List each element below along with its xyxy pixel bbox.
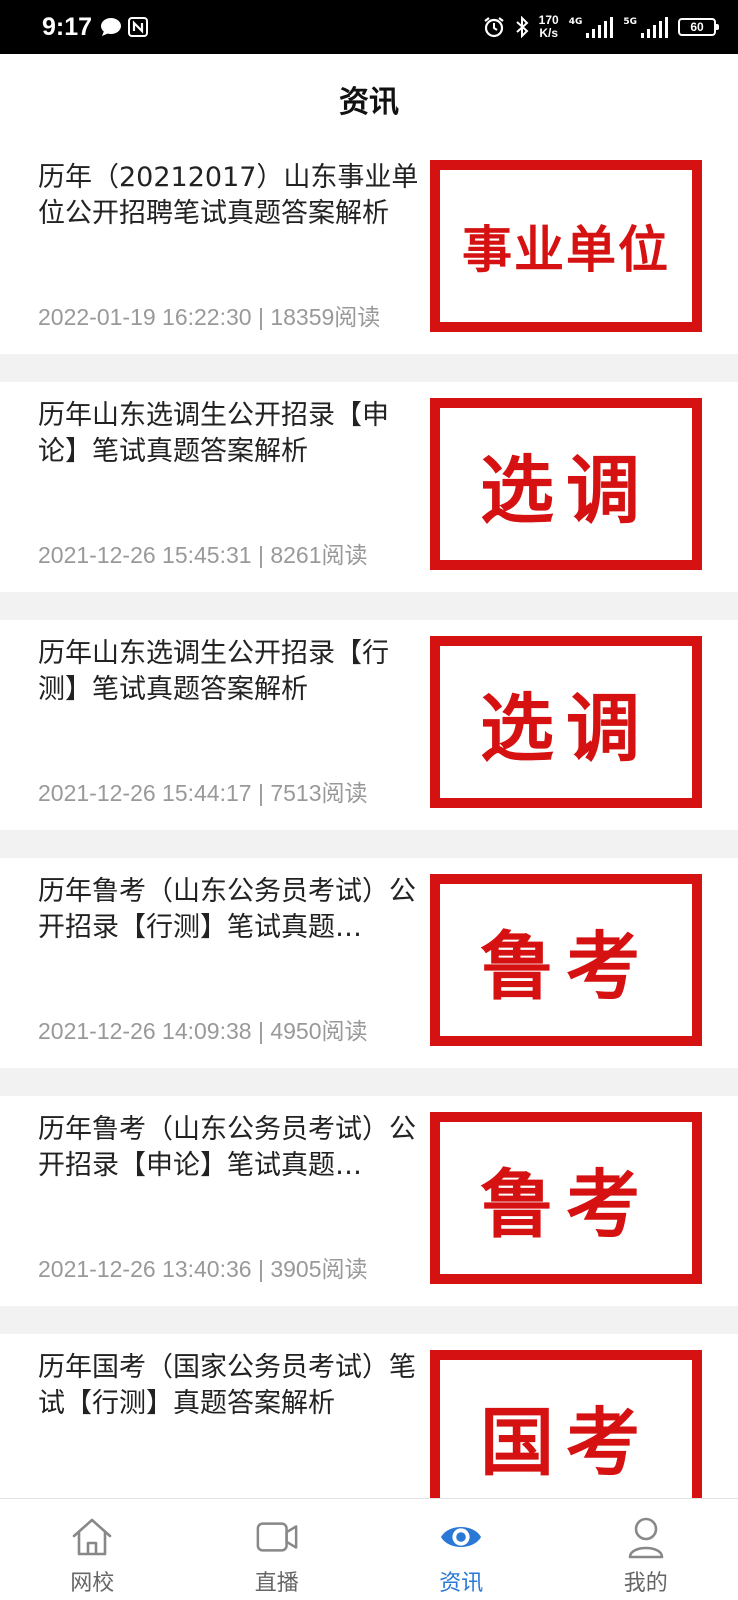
signal-4g-label: 4G [568, 16, 583, 27]
battery-icon: 60 [678, 18, 719, 36]
tab-label: 网校 [70, 1571, 115, 1596]
article-thumbnail: 事业单位 [430, 160, 702, 332]
article-title: 历年鲁考（山东公务员考试）公开招录【行测】笔试真题… [38, 876, 416, 943]
article-card[interactable]: 历年山东选调生公开招录【行测】笔试真题答案解析 2021-12-26 15:44… [0, 620, 738, 830]
tab-label: 我的 [623, 1571, 668, 1596]
status-time: 9:17 [42, 12, 93, 41]
article-title: 历年（20212017）山东事业单位公开招聘笔试真题答案解析 [38, 162, 419, 229]
eye-icon [439, 1515, 483, 1559]
article-thumbnail: 鲁考 [430, 874, 702, 1046]
article-title: 历年山东选调生公开招录【行测】笔试真题答案解析 [38, 638, 389, 705]
thumbnail-text: 鲁考 [480, 1161, 652, 1248]
alarm-icon [483, 17, 504, 38]
article-meta: 2022-01-19 16:22:30 | 18359阅读 [38, 304, 381, 330]
tab-label: 资讯 [439, 1571, 484, 1596]
tab-news[interactable]: 资讯 [369, 1499, 554, 1600]
net-speed: 170 K/s [539, 14, 559, 40]
tab-live[interactable]: 直播 [185, 1499, 370, 1600]
signal-5g-label: 5G [623, 16, 637, 27]
article-thumbnail: 选调 [430, 398, 702, 570]
article-title: 历年鲁考（山东公务员考试）公开招录【申论】笔试真题… [38, 1114, 416, 1181]
article-meta: 2021-12-26 15:45:31 | 8261阅读 [38, 542, 368, 568]
tab-profile[interactable]: 我的 [554, 1499, 738, 1600]
article-title: 历年山东选调生公开招录【申论】笔试真题答案解析 [38, 400, 389, 467]
tab-label: 直播 [254, 1571, 299, 1596]
status-left-icons [100, 17, 149, 37]
signal-5g: 5G [623, 16, 668, 38]
thumbnail-text: 选调 [480, 685, 652, 772]
home-icon [70, 1515, 114, 1559]
article-card[interactable]: 历年山东选调生公开招录【申论】笔试真题答案解析 2021-12-26 15:45… [0, 382, 738, 592]
chat-icon [101, 18, 122, 36]
user-icon [624, 1515, 668, 1559]
article-meta: 2021-12-26 14:09:38 | 4950阅读 [38, 1018, 368, 1044]
nfc-icon [128, 17, 149, 37]
article-title: 历年国考（国家公务员考试）笔试【行测】真题答案解析 [38, 1352, 416, 1419]
tab-online-school[interactable]: 网校 [0, 1499, 185, 1600]
article-card[interactable]: 历年国考（国家公务员考试）笔试【行测】真题答案解析 国考 [0, 1334, 738, 1498]
article-meta: 2021-12-26 13:40:36 | 3905阅读 [38, 1256, 368, 1282]
article-card[interactable]: 历年鲁考（山东公务员考试）公开招录【行测】笔试真题… 2021-12-26 14… [0, 858, 738, 1068]
page-header: 资讯 [0, 54, 738, 144]
article-card[interactable]: 历年（20212017）山东事业单位公开招聘笔试真题答案解析 2022-01-1… [0, 144, 738, 354]
thumbnail-text: 事业单位 [462, 220, 670, 279]
status-bar: 9:17 170 K/s 4G 5G 60 [0, 0, 738, 54]
thumbnail-text: 国考 [480, 1399, 652, 1486]
article-thumbnail: 国考 [430, 1350, 702, 1498]
article-meta: 2021-12-26 15:44:17 | 7513阅读 [38, 780, 368, 806]
article-list[interactable]: 历年（20212017）山东事业单位公开招聘笔试真题答案解析 2022-01-1… [0, 144, 738, 1498]
article-card[interactable]: 历年鲁考（山东公务员考试）公开招录【申论】笔试真题… 2021-12-26 13… [0, 1096, 738, 1306]
article-thumbnail: 鲁考 [430, 1112, 702, 1284]
thumbnail-text: 鲁考 [480, 923, 652, 1010]
page-title: 资讯 [339, 85, 399, 120]
net-speed-unit: K/s [539, 26, 559, 40]
article-thumbnail: 选调 [430, 636, 702, 808]
battery-level: 60 [690, 20, 704, 34]
thumbnail-text: 选调 [480, 447, 652, 534]
signal-4g: 4G [568, 16, 614, 38]
status-right: 170 K/s 4G 5G 60 [483, 14, 719, 40]
video-icon [255, 1515, 299, 1559]
bluetooth-icon [515, 16, 529, 38]
bottom-tab-bar: 网校 直播 资讯 我的 [0, 1498, 738, 1600]
